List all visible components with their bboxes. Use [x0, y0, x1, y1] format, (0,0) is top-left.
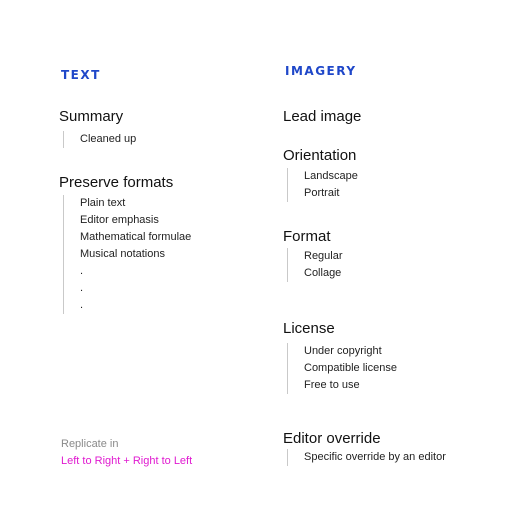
license-heading: License: [283, 320, 335, 337]
preserve-item-ellipsis-1: .: [80, 265, 84, 277]
lead-image-heading: Lead image: [283, 108, 362, 125]
format-heading: Format: [283, 228, 331, 245]
preserve-item-math-formulae: Mathematical formulae: [80, 231, 192, 243]
format-list: Regular Collage: [287, 248, 343, 282]
replicate-value: Left to Right + Right to Left: [61, 455, 193, 467]
orientation-list: Landscape Portrait: [287, 168, 358, 202]
text-column-title: TEXT: [61, 68, 101, 82]
format-item-regular: Regular: [304, 250, 343, 262]
orientation-item-landscape: Landscape: [304, 170, 358, 182]
preserve-item-musical-notations: Musical notations: [80, 248, 165, 260]
orientation-item-portrait: Portrait: [304, 187, 340, 199]
preserve-item-editor-emphasis: Editor emphasis: [80, 214, 159, 226]
license-item-under-copyright: Under copyright: [304, 345, 382, 357]
summary-item-cleaned-up: Cleaned up: [80, 133, 137, 145]
orientation-heading: Orientation: [283, 147, 357, 164]
replicate-label: Replicate in: [61, 438, 119, 450]
editor-override-heading: Editor override: [283, 430, 381, 447]
preserve-formats-list: Plain text Editor emphasis Mathematical …: [63, 195, 191, 314]
license-item-free-to-use: Free to use: [304, 379, 360, 391]
preserve-item-plain-text: Plain text: [80, 197, 126, 209]
preserve-item-ellipsis-2: .: [80, 282, 84, 294]
format-item-collage: Collage: [304, 267, 342, 279]
preserve-item-ellipsis-3: .: [80, 299, 84, 311]
editor-override-list: Specific override by an editor: [287, 449, 446, 466]
summary-list: Cleaned up: [63, 131, 136, 148]
override-item-specific: Specific override by an editor: [304, 451, 446, 463]
license-list: Under copyright Compatible license Free …: [287, 343, 397, 394]
license-item-compatible: Compatible license: [304, 362, 397, 374]
preserve-formats-heading: Preserve formats: [59, 174, 174, 191]
summary-heading: Summary: [59, 108, 124, 125]
imagery-column-title: IMAGERY: [285, 64, 357, 78]
